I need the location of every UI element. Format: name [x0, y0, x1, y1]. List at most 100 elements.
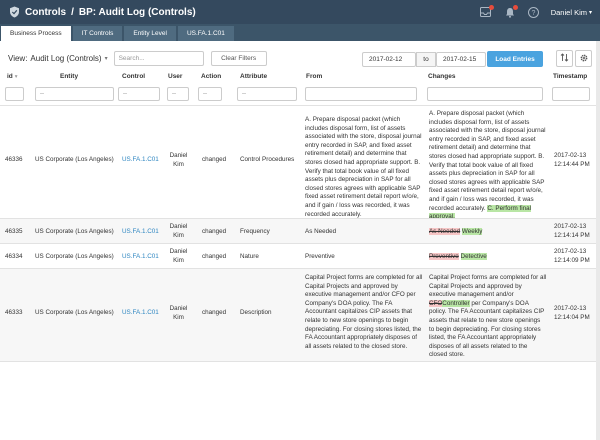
- cell-attribute: Frequency: [240, 228, 270, 235]
- cell-from: Preventive: [305, 253, 335, 260]
- changes-filter-input[interactable]: [427, 87, 543, 101]
- help-icon[interactable]: ?: [527, 5, 541, 19]
- column-header-changes[interactable]: Changes: [428, 73, 455, 85]
- change-added: Detective: [460, 253, 487, 260]
- date-from-input[interactable]: 2017-02-12: [362, 52, 416, 67]
- action-filter-select[interactable]: --: [198, 87, 222, 101]
- row-divider: [0, 361, 600, 362]
- date-to-label: to: [416, 52, 436, 67]
- from-filter-input[interactable]: [305, 87, 417, 101]
- change-removed: Preventive: [429, 253, 459, 260]
- bell-icon[interactable]: [503, 5, 518, 19]
- cell-user: Daniel Kim: [169, 305, 188, 321]
- user-menu[interactable]: Daniel Kim: [551, 8, 587, 17]
- view-select-value: Audit Log (Controls): [30, 53, 102, 63]
- notification-dot: [488, 5, 494, 10]
- cell-entity: US Corporate (Los Angeles): [35, 228, 114, 235]
- control-filter-select[interactable]: --: [118, 87, 160, 101]
- chevron-down-icon[interactable]: ▾: [589, 9, 592, 16]
- page-title: BP: Audit Log (Controls): [78, 6, 196, 18]
- column-header-label: From: [306, 73, 323, 80]
- change-added: Weekly: [461, 228, 483, 235]
- tab-business-process[interactable]: Business Process: [1, 26, 71, 41]
- cell-timestamp: 2017-02-13 12:14:09 PM: [554, 248, 590, 264]
- cell-attribute: Nature: [240, 253, 259, 260]
- column-header-timestamp[interactable]: Timestamp: [553, 73, 587, 85]
- sort-icon: ▾: [14, 74, 18, 80]
- gear-icon: [579, 53, 589, 65]
- chevron-down-icon: ▾: [104, 55, 108, 62]
- cell-entity: US Corporate (Los Angeles): [35, 253, 114, 260]
- cell-attribute: Control Procedures: [240, 156, 295, 163]
- date-to-input[interactable]: 2017-02-15: [436, 52, 486, 67]
- top-bar: Controls / BP: Audit Log (Controls) ? Da…: [0, 0, 600, 24]
- inbox-icon[interactable]: [479, 5, 494, 19]
- cell-changes: Preventive Detective: [429, 253, 487, 262]
- svg-text:?: ?: [532, 10, 536, 17]
- column-header-user[interactable]: User: [168, 73, 182, 85]
- table-row[interactable]: 46334 US Corporate (Los Angeles) US.FA.1…: [0, 244, 600, 268]
- cell-action: changed: [202, 228, 227, 235]
- change-text: per Company's DOA policy. The FA Account…: [429, 299, 545, 359]
- tab-bar: Business Process IT Controls Entity Leve…: [0, 24, 600, 41]
- cell-id: 46336: [5, 156, 23, 163]
- cell-control-link[interactable]: US.FA.1.C01: [122, 253, 159, 262]
- column-header-control[interactable]: Control: [122, 73, 145, 85]
- column-header-label: Attribute: [240, 73, 268, 80]
- sort-arrows-icon: [560, 53, 569, 64]
- cell-from: Capital Project forms are completed for …: [305, 274, 423, 350]
- view-select[interactable]: Audit Log (Controls) ▾: [30, 54, 107, 63]
- timestamp-filter-input[interactable]: [552, 87, 590, 101]
- table-row[interactable]: 46336 US Corporate (Los Angeles) US.FA.1…: [0, 106, 600, 221]
- column-header-label: Changes: [428, 73, 456, 80]
- change-removed: CFO: [429, 299, 443, 307]
- change-added: Controller: [442, 299, 470, 307]
- cell-user: Daniel Kim: [169, 152, 188, 168]
- sort-toggle-button[interactable]: [556, 50, 573, 67]
- column-header-label: Timestamp: [553, 73, 588, 80]
- cell-control-link[interactable]: US.FA.1.C01: [122, 156, 159, 165]
- tab-entity-level[interactable]: Entity Level: [124, 26, 176, 41]
- cell-changes: Capital Project forms are completed for …: [429, 274, 547, 360]
- load-entries-button[interactable]: Load Entries: [487, 51, 543, 67]
- tab-it-controls[interactable]: IT Controls: [72, 26, 123, 41]
- cell-timestamp: 2017-02-13 12:14:04 PM: [554, 305, 590, 321]
- cell-id: 46335: [5, 228, 23, 235]
- change-removed: As Needed: [429, 228, 461, 235]
- attribute-filter-select[interactable]: --: [237, 87, 297, 101]
- table-row[interactable]: 46333 US Corporate (Los Angeles) US.FA.1…: [0, 269, 600, 361]
- column-header-entity[interactable]: Entity: [60, 73, 78, 85]
- column-header-label: Action: [201, 73, 222, 80]
- cell-user: Daniel Kim: [169, 223, 188, 239]
- column-header-label: Control: [122, 73, 146, 80]
- table-row[interactable]: 46335 US Corporate (Los Angeles) US.FA.1…: [0, 219, 600, 243]
- cell-control-link[interactable]: US.FA.1.C01: [122, 309, 159, 318]
- cell-action: changed: [202, 156, 227, 163]
- change-text: Capital Project forms are completed for …: [429, 274, 547, 299]
- cell-timestamp: 2017-02-13 12:14:14 PM: [554, 223, 590, 239]
- vertical-scrollbar[interactable]: [596, 41, 600, 440]
- cell-id: 46334: [5, 253, 23, 260]
- tab-us-fa-1-c01[interactable]: US.FA.1.C01: [177, 26, 234, 41]
- cell-from: A. Prepare disposal packet (which includ…: [305, 116, 422, 218]
- search-input[interactable]: Search...: [113, 50, 204, 66]
- id-filter-input[interactable]: [5, 87, 24, 101]
- clear-filters-button[interactable]: Clear Filters: [210, 50, 267, 66]
- column-header-from[interactable]: From: [306, 73, 322, 85]
- cell-action: changed: [202, 309, 227, 316]
- cell-from: As Needed: [305, 228, 337, 235]
- settings-button[interactable]: [575, 50, 592, 67]
- column-header-label: id: [7, 73, 13, 80]
- breadcrumb-separator: /: [71, 6, 74, 18]
- breadcrumb-app[interactable]: Controls: [25, 7, 66, 18]
- cell-changes: A. Prepare disposal packet (which includ…: [429, 110, 547, 222]
- user-filter-select[interactable]: --: [167, 87, 189, 101]
- cell-control-link[interactable]: US.FA.1.C01: [122, 228, 159, 237]
- column-header-action[interactable]: Action: [201, 73, 221, 85]
- cell-entity: US Corporate (Los Angeles): [35, 156, 114, 163]
- entity-filter-select[interactable]: --: [35, 87, 114, 101]
- cell-entity: US Corporate (Los Angeles): [35, 309, 114, 316]
- column-header-id[interactable]: id ▾: [7, 73, 18, 85]
- notification-dot: [512, 5, 518, 10]
- column-header-attribute[interactable]: Attribute: [240, 73, 267, 85]
